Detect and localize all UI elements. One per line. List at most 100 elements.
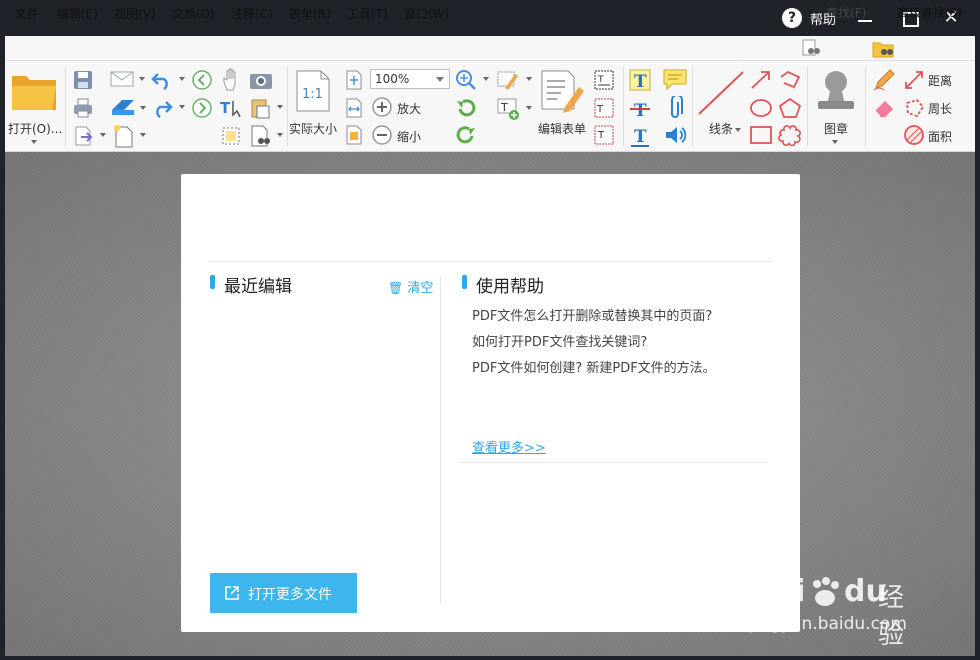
distance-label[interactable]: 距离 <box>928 72 952 89</box>
redo-icon[interactable] <box>150 98 174 118</box>
separator <box>865 66 866 146</box>
rotate-right-icon[interactable] <box>455 124 477 146</box>
open-more-files-button[interactable]: 打开更多文件 <box>210 573 357 613</box>
paste-icon[interactable] <box>249 97 271 119</box>
advanced-find-label[interactable]: 高级查找(S) <box>897 4 962 21</box>
email-icon[interactable] <box>110 70 134 88</box>
fit-visible-icon[interactable] <box>344 124 364 146</box>
binoculars-icon[interactable] <box>801 39 821 57</box>
export-icon[interactable] <box>72 125 94 147</box>
edit-form-label[interactable]: 编辑表单 <box>538 120 586 137</box>
attachment-icon[interactable] <box>666 96 684 122</box>
eraser-icon[interactable] <box>872 96 896 120</box>
pencil-icon[interactable] <box>872 68 896 92</box>
export-caret[interactable] <box>100 133 106 137</box>
rotate-left-icon[interactable] <box>455 97 477 119</box>
zoom-out-icon[interactable] <box>371 124 393 146</box>
previous-page-icon[interactable] <box>191 69 213 91</box>
line-tool-icon[interactable] <box>697 70 745 116</box>
stamp-label[interactable]: 图章 <box>824 120 848 137</box>
area-icon[interactable] <box>903 124 925 146</box>
menu-comment[interactable]: 注释(C) <box>231 5 273 22</box>
menu-edit[interactable]: 编辑(E) <box>57 5 98 22</box>
zoom-in-label[interactable]: 放大 <box>397 100 421 117</box>
help-link-find-keyword[interactable]: 如何打开PDF文件查找关键词? <box>472 331 647 350</box>
magnifier-caret[interactable] <box>483 77 489 81</box>
open-folder-icon[interactable] <box>10 70 58 112</box>
help-icon[interactable]: ? <box>782 8 802 28</box>
add-text-field-icon[interactable]: T <box>496 97 522 121</box>
crop-page-icon[interactable] <box>219 124 243 148</box>
menu-window[interactable]: 窗口(W) <box>404 5 449 22</box>
sound-icon[interactable] <box>664 124 688 146</box>
open-caret[interactable] <box>31 140 37 144</box>
email-caret[interactable] <box>139 77 145 81</box>
clear-recent-label: 清空 <box>407 281 434 296</box>
start-page-card <box>181 174 800 632</box>
save-icon[interactable] <box>72 69 94 91</box>
arrow-tool-icon[interactable] <box>749 69 773 91</box>
zoom-select[interactable]: 100% <box>370 69 450 89</box>
edit-form-icon[interactable] <box>539 69 587 113</box>
separator <box>287 66 288 146</box>
page-search-icon[interactable] <box>249 124 273 148</box>
strikethrough-text-icon[interactable]: T <box>628 97 652 121</box>
ellipse-tool-icon[interactable] <box>749 97 773 119</box>
edit-text-field-icon[interactable] <box>496 69 522 91</box>
help-link-page-replace[interactable]: PDF文件怎么打开删除或替换其中的页面? <box>472 305 712 324</box>
form-text-field-icon[interactable]: T <box>593 97 615 119</box>
form-typewriter-icon[interactable]: T <box>593 124 615 146</box>
perimeter-label[interactable]: 周长 <box>928 100 952 117</box>
menu-document[interactable]: 文档(D) <box>172 5 215 22</box>
page-search-caret[interactable] <box>277 133 283 137</box>
fit-page-icon[interactable] <box>344 69 364 91</box>
scan-caret[interactable] <box>140 106 146 110</box>
underline-text-icon[interactable]: T <box>628 124 652 148</box>
zoom-out-label[interactable]: 缩小 <box>397 128 421 145</box>
open-label[interactable]: 打开(O)... <box>8 120 62 137</box>
menu-view[interactable]: 视图(V) <box>114 5 156 22</box>
fit-width-icon[interactable] <box>344 97 364 119</box>
stamp-caret[interactable] <box>832 140 838 144</box>
find-label[interactable]: 查找(F) <box>826 4 866 21</box>
menu-tools[interactable]: 工具(T) <box>347 5 388 22</box>
next-page-icon[interactable] <box>191 97 213 119</box>
undo-icon[interactable] <box>150 70 174 90</box>
polygon-tool-icon[interactable] <box>778 97 802 119</box>
hand-tool-icon[interactable] <box>221 68 243 92</box>
note-icon[interactable] <box>662 68 688 92</box>
actual-size-icon[interactable]: 1:1 <box>295 69 331 113</box>
lines-label[interactable]: 线条 <box>709 120 733 137</box>
new-document-caret[interactable] <box>140 133 146 137</box>
perimeter-icon[interactable] <box>903 97 925 119</box>
distance-icon[interactable] <box>903 69 925 91</box>
form-list-icon[interactable]: T <box>593 69 615 91</box>
menu-form[interactable]: 表单(R) <box>289 5 331 22</box>
area-label[interactable]: 面积 <box>928 128 952 145</box>
cloud-tool-icon[interactable] <box>778 124 802 146</box>
add-text-field-caret[interactable] <box>526 106 532 110</box>
actual-size-label[interactable]: 实际大小 <box>289 120 337 137</box>
clear-recent-button[interactable]: 🗑 清空 <box>388 277 433 296</box>
paste-caret[interactable] <box>277 105 283 109</box>
magnifier-icon[interactable] <box>455 69 477 91</box>
advanced-find-icon[interactable] <box>872 38 894 58</box>
snapshot-icon[interactable] <box>249 70 273 90</box>
separator <box>807 66 808 146</box>
edit-text-field-caret[interactable] <box>526 77 532 81</box>
rectangle-tool-icon[interactable] <box>749 124 773 146</box>
polyline-tool-icon[interactable] <box>778 69 802 91</box>
new-document-icon[interactable] <box>112 124 134 148</box>
highlight-text-icon[interactable]: T <box>628 68 652 92</box>
menu-file[interactable]: 文件 <box>15 5 39 22</box>
stamp-icon[interactable] <box>812 67 860 115</box>
zoom-in-icon[interactable] <box>371 96 393 118</box>
see-more-link[interactable]: 查看更多>> <box>472 437 546 456</box>
scan-icon[interactable] <box>110 98 136 118</box>
select-text-icon[interactable]: T <box>219 97 245 119</box>
print-icon[interactable] <box>72 97 94 119</box>
lines-caret[interactable] <box>735 128 741 132</box>
redo-caret[interactable] <box>179 105 185 109</box>
undo-caret[interactable] <box>179 77 185 81</box>
help-link-create-pdf[interactable]: PDF文件如何创建? 新建PDF文件的方法。 <box>472 357 716 376</box>
